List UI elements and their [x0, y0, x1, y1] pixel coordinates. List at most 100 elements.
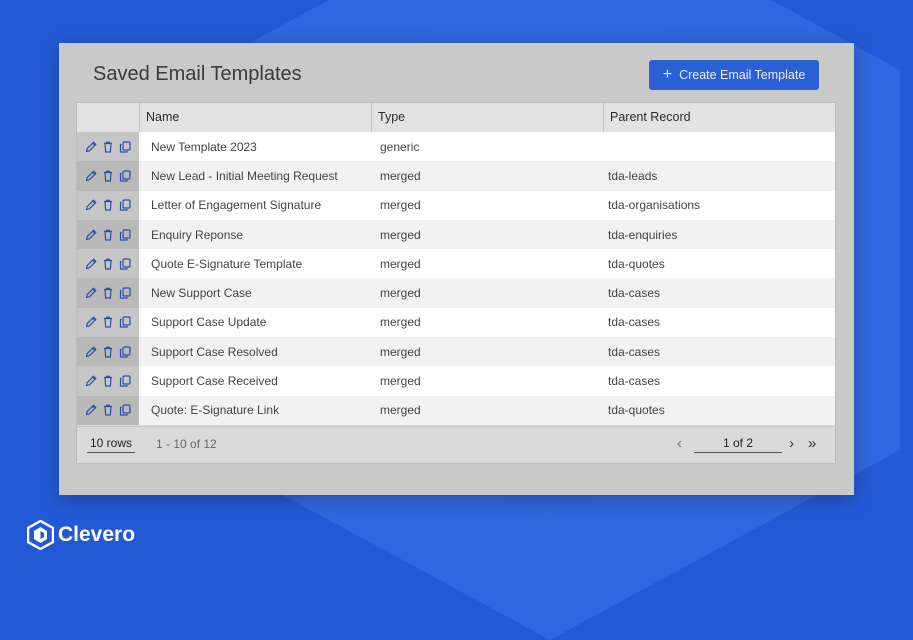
pencil-icon[interactable]: [84, 228, 98, 242]
table-row[interactable]: Support Case Resolved merged tda-cases: [77, 337, 835, 367]
table-row[interactable]: Enquiry Reponse merged tda-enquiries: [77, 219, 835, 250]
row-range-label: 1 - 10 of 12: [156, 437, 217, 451]
trash-icon[interactable]: [101, 257, 115, 271]
trash-icon[interactable]: [101, 228, 115, 242]
pencil-icon[interactable]: [84, 315, 98, 329]
table-row[interactable]: New Lead - Initial Meeting Request merged…: [77, 161, 835, 191]
name-column-header[interactable]: Name: [139, 103, 371, 132]
row-actions: [77, 278, 139, 308]
create-button-label: Create Email Template: [679, 68, 806, 82]
trash-icon[interactable]: [101, 403, 115, 417]
template-type-cell: merged: [380, 403, 421, 418]
parent-record-cell: tda-quotes: [608, 403, 665, 418]
table-row[interactable]: Quote E-Signature Template merged tda-quot…: [77, 249, 835, 279]
template-type-cell: merged: [380, 286, 421, 301]
copy-icon[interactable]: [118, 257, 132, 271]
template-type-cell: merged: [380, 374, 421, 389]
copy-icon[interactable]: [118, 140, 132, 154]
templates-panel: Saved Email Templates + Create Email Tem…: [59, 43, 854, 495]
create-email-template-button[interactable]: + Create Email Template: [649, 60, 819, 90]
next-page-button[interactable]: ›: [789, 435, 794, 452]
pencil-icon[interactable]: [84, 374, 98, 388]
copy-icon[interactable]: [118, 374, 132, 388]
table-row[interactable]: Support Case Received merged tda-cases: [77, 366, 835, 396]
template-name-cell[interactable]: Quote: E-Signature Link: [139, 403, 371, 417]
parent-record-column-header[interactable]: Parent Record: [603, 103, 835, 132]
table-row[interactable]: Quote: E-Signature Link merged tda-quotes: [77, 395, 835, 425]
trash-icon[interactable]: [101, 345, 115, 359]
row-actions: [77, 249, 139, 279]
trash-icon[interactable]: [101, 169, 115, 183]
template-type-cell: merged: [380, 168, 421, 183]
row-cells: Support Case Received merged tda-cases: [139, 366, 835, 396]
template-name-cell[interactable]: Quote E-Signature Template: [139, 257, 371, 271]
clevero-logo: Clevero: [27, 520, 135, 550]
parent-record-cell: tda-cases: [608, 286, 661, 301]
template-name-cell[interactable]: Support Case Update: [139, 315, 371, 329]
copy-icon[interactable]: [118, 198, 132, 212]
page-title: Saved Email Templates: [93, 63, 302, 85]
page-selector[interactable]: 1 of 2: [694, 436, 782, 453]
table-header: Name Type Parent Record: [77, 103, 835, 133]
rows-per-page-select[interactable]: 10 rows: [87, 436, 136, 453]
row-cells: Letter of Engagement Signature merged tda-…: [139, 190, 835, 220]
copy-icon[interactable]: [118, 169, 132, 183]
trash-icon[interactable]: [101, 140, 115, 154]
template-name-cell[interactable]: Enquiry Reponse: [139, 228, 371, 242]
template-type-cell: generic: [380, 139, 420, 154]
row-cells: New Support Case merged tda-cases: [139, 278, 835, 308]
pencil-icon[interactable]: [84, 345, 98, 359]
type-column-header[interactable]: Type: [371, 103, 603, 132]
table-row[interactable]: Support Case Update merged tda-cases: [77, 307, 835, 338]
trash-icon[interactable]: [101, 198, 115, 212]
pencil-icon[interactable]: [84, 286, 98, 300]
actions-column-header: [77, 103, 139, 132]
parent-record-cell: tda-leads: [608, 168, 658, 183]
row-cells: Quote: E-Signature Link merged tda-quotes: [139, 395, 835, 425]
template-name-cell[interactable]: New Template 2023: [139, 140, 371, 154]
parent-record-cell: tda-cases: [608, 315, 661, 330]
copy-icon[interactable]: [118, 228, 132, 242]
row-cells: New Template 2023 generic: [139, 132, 835, 162]
parent-record-cell: tda-organisations: [608, 198, 701, 213]
template-type-cell: merged: [380, 256, 421, 271]
row-actions: [77, 307, 139, 338]
copy-icon[interactable]: [118, 315, 132, 329]
template-name-cell[interactable]: Support Case Received: [139, 374, 371, 388]
copy-icon[interactable]: [118, 286, 132, 300]
table-row[interactable]: Letter of Engagement Signature merged tda-…: [77, 190, 835, 220]
pencil-icon[interactable]: [84, 198, 98, 212]
trash-icon[interactable]: [101, 286, 115, 300]
template-type-cell: merged: [380, 344, 421, 359]
parent-record-cell: tda-quotes: [608, 256, 665, 271]
plus-icon: +: [662, 66, 673, 83]
pencil-icon[interactable]: [84, 140, 98, 154]
row-cells: Support Case Update merged tda-cases: [139, 307, 835, 338]
template-name-cell[interactable]: New Lead - Initial Meeting Request: [139, 169, 371, 183]
row-cells: Quote E-Signature Template merged tda-quot…: [139, 249, 835, 279]
trash-icon[interactable]: [101, 315, 115, 329]
row-cells: Enquiry Reponse merged tda-enquiries: [139, 219, 835, 250]
pencil-icon[interactable]: [84, 169, 98, 183]
table-row[interactable]: New Template 2023 generic: [77, 132, 835, 162]
row-actions: [77, 366, 139, 396]
parent-record-cell: tda-cases: [608, 374, 661, 389]
last-page-button[interactable]: »: [808, 435, 816, 452]
copy-icon[interactable]: [118, 403, 132, 417]
previous-page-button[interactable]: ‹: [677, 435, 682, 452]
template-name-cell[interactable]: Support Case Resolved: [139, 345, 371, 359]
parent-record-cell: tda-cases: [608, 344, 661, 359]
pencil-icon[interactable]: [84, 257, 98, 271]
copy-icon[interactable]: [118, 345, 132, 359]
brand-name: Clevero: [58, 523, 136, 546]
table-body: New Template 2023 generic New Lead - Initi…: [77, 132, 835, 425]
template-name-cell[interactable]: Letter of Engagement Signature: [139, 198, 371, 212]
pencil-icon[interactable]: [84, 403, 98, 417]
row-actions: [77, 132, 139, 162]
template-name-cell[interactable]: New Support Case: [139, 286, 371, 300]
clevero-logo-icon: [27, 520, 54, 550]
row-actions: [77, 190, 139, 220]
trash-icon[interactable]: [101, 374, 115, 388]
table-footer: 10 rows 1 - 10 of 12 ‹ 1 of 2 › »: [77, 426, 835, 463]
table-row[interactable]: New Support Case merged tda-cases: [77, 278, 835, 308]
